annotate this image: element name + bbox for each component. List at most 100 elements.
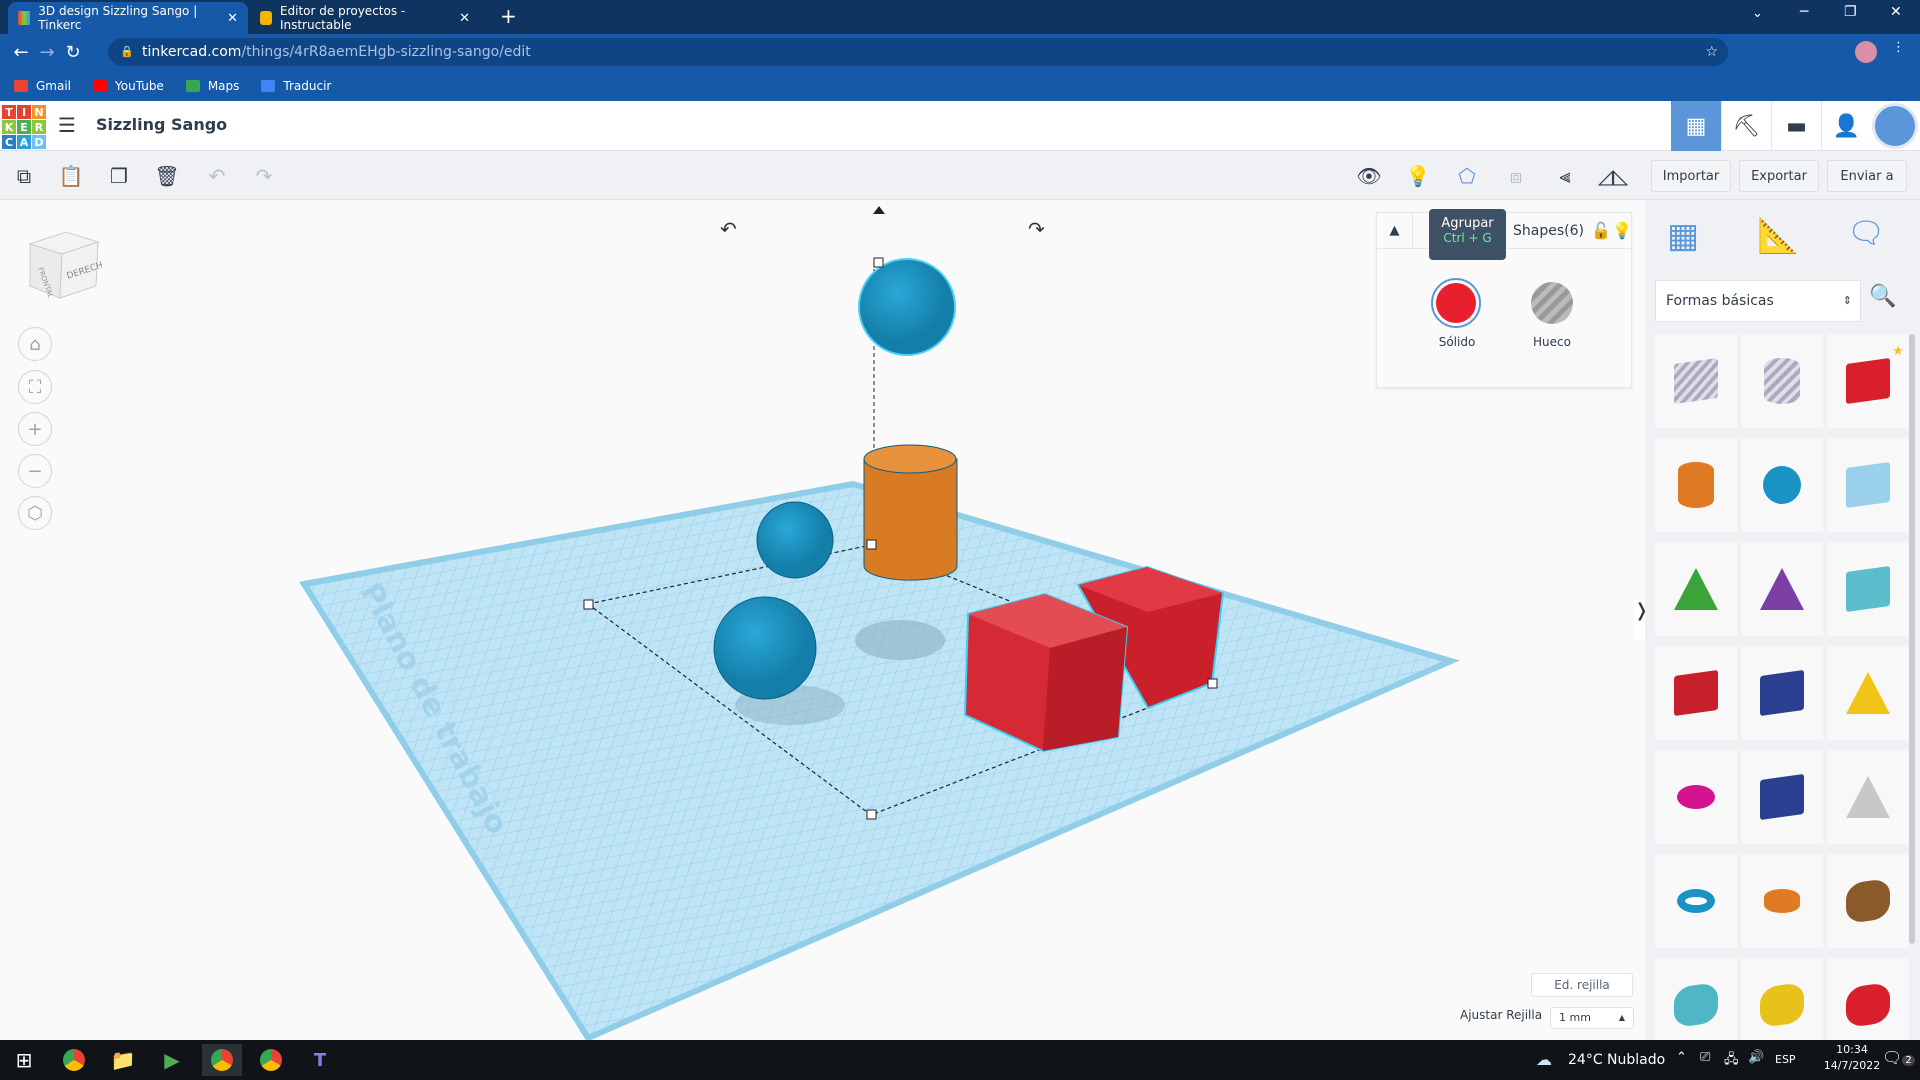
hole-button[interactable] <box>1531 282 1573 324</box>
send-to-button[interactable]: Enviar a <box>1827 160 1907 192</box>
bookmark-youtube[interactable]: YouTube <box>93 79 164 93</box>
export-button[interactable]: Exportar <box>1739 160 1819 192</box>
invite-user-button[interactable]: 👤 <box>1821 101 1871 151</box>
url-input[interactable]: 🔒 tinkercad.com/things/4rR8aemEHgb-sizzli… <box>108 38 1728 66</box>
perspective-button[interactable]: ⬡ <box>18 496 52 530</box>
resize-handle[interactable] <box>866 809 877 820</box>
file-explorer-app[interactable]: 📁 <box>103 1044 143 1076</box>
close-tab-icon[interactable]: ✕ <box>459 11 470 26</box>
paste-button[interactable]: 📋 <box>54 159 88 193</box>
ruler-tool-icon[interactable]: 📐 <box>1757 216 1799 256</box>
shape-item[interactable] <box>1741 958 1823 1052</box>
panel-scrollbar[interactable] <box>1909 334 1915 944</box>
minimize-button[interactable]: ─ <box>1800 4 1808 20</box>
network-icon[interactable]: 🖧 <box>1724 1050 1739 1072</box>
shape-item[interactable] <box>1741 750 1823 844</box>
chrome-app-active[interactable] <box>202 1044 242 1076</box>
profile-avatar[interactable] <box>1855 41 1877 63</box>
tab-search-icon[interactable]: ⌄ <box>1752 6 1763 21</box>
start-button[interactable]: ⊞ <box>4 1044 44 1076</box>
lightbulb-icon[interactable]: 💡 <box>1612 221 1632 240</box>
shape-item[interactable] <box>1827 542 1909 636</box>
bookmark-translate[interactable]: Traducir <box>261 79 331 93</box>
notification-icon[interactable]: 🗨 2 <box>1882 1048 1915 1067</box>
weather-text[interactable]: 24°C Nublado <box>1568 1052 1665 1068</box>
shape-item[interactable] <box>1741 542 1823 636</box>
redo-button[interactable]: ↷ <box>247 159 281 193</box>
import-button[interactable]: Importar <box>1651 160 1731 192</box>
mirror-button[interactable]: ◿◺ <box>1596 159 1630 193</box>
back-icon[interactable]: ← <box>8 42 34 63</box>
tab-instructables[interactable]: Editor de proyectos - Instructable ✕ <box>250 2 480 34</box>
shape-item[interactable] <box>1741 438 1823 532</box>
notes-tool-icon[interactable]: 🗨 <box>1847 216 1885 251</box>
duplicate-button[interactable]: ❐ <box>102 159 136 193</box>
align-button[interactable]: ⫷ <box>1548 159 1582 193</box>
shape-item[interactable]: ★ <box>1827 334 1909 428</box>
shape-item[interactable] <box>1741 334 1823 428</box>
edit-grid-button[interactable]: Ed. rejilla <box>1531 973 1633 997</box>
delete-button[interactable]: 🗑 <box>150 159 184 193</box>
zoom-out-button[interactable]: − <box>18 454 52 488</box>
shape-item[interactable] <box>1655 542 1737 636</box>
bookmark-maps[interactable]: Maps <box>185 79 239 93</box>
shape-item[interactable] <box>1741 646 1823 740</box>
teams-app[interactable]: T <box>300 1044 340 1076</box>
solid-button[interactable] <box>1431 278 1481 328</box>
close-tab-icon[interactable]: ✕ <box>227 11 238 26</box>
browser-menu-icon[interactable]: ⋮ <box>1892 40 1905 55</box>
tab-tinkercad[interactable]: 3D design Sizzling Sango | Tinkerc ✕ <box>8 2 248 34</box>
hide-button[interactable]: 💡 <box>1401 159 1435 193</box>
resize-handle[interactable] <box>1207 678 1218 689</box>
reload-icon[interactable]: ↻ <box>60 42 86 63</box>
shape-item[interactable] <box>1827 958 1909 1052</box>
copy-button[interactable]: ⧉ <box>7 159 41 193</box>
forward-icon[interactable]: → <box>34 42 60 63</box>
design-list-icon[interactable]: ☰ <box>58 113 76 137</box>
fit-view-button[interactable]: ⛶ <box>18 370 52 404</box>
design-title[interactable]: Sizzling Sango <box>96 115 227 134</box>
blocks-button[interactable]: ⛏ <box>1721 101 1771 151</box>
shape-item[interactable] <box>1741 854 1823 948</box>
chrome-profile-app[interactable] <box>251 1044 291 1076</box>
resize-handle[interactable] <box>866 539 877 550</box>
bricks-button[interactable]: ▬ <box>1771 101 1821 151</box>
view-cube[interactable]: FRONTAL DERECHA <box>26 228 102 304</box>
shape-item[interactable] <box>1655 958 1737 1052</box>
snap-grid-select[interactable]: 1 mm ▲ <box>1550 1007 1634 1029</box>
shape-item[interactable] <box>1827 854 1909 948</box>
shape-item[interactable] <box>1827 438 1909 532</box>
shape-item[interactable] <box>1655 750 1737 844</box>
user-avatar[interactable] <box>1872 103 1918 149</box>
shape-category-select[interactable]: Formas básicas ⇕ <box>1655 280 1861 322</box>
shape-item[interactable] <box>1655 334 1737 428</box>
bookmark-star-icon[interactable]: ☆ <box>1705 38 1718 66</box>
lock-icon[interactable]: 🔓 <box>1591 221 1611 240</box>
shape-item[interactable] <box>1827 646 1909 740</box>
shape-item[interactable] <box>1655 854 1737 948</box>
tinkercad-logo[interactable]: TIN KER CAD <box>2 105 46 149</box>
search-icon[interactable]: 🔍 <box>1869 284 1896 309</box>
media-app[interactable]: ▶ <box>152 1044 192 1076</box>
restore-button[interactable]: ❐ <box>1844 4 1857 20</box>
chrome-app[interactable] <box>54 1044 94 1076</box>
language-indicator[interactable]: ESP <box>1775 1053 1796 1066</box>
shape-item[interactable] <box>1655 438 1737 532</box>
home-view-button[interactable]: ⌂ <box>18 327 52 361</box>
new-tab-button[interactable]: + <box>500 4 517 28</box>
shape-item[interactable] <box>1827 750 1909 844</box>
show-all-button[interactable]: 👁 <box>1352 159 1386 193</box>
undo-button[interactable]: ↶ <box>200 159 234 193</box>
3d-view-button[interactable]: ▦ <box>1671 101 1721 151</box>
ungroup-button[interactable]: ⧈ <box>1499 159 1533 193</box>
tray-chevron-icon[interactable]: ⌃ <box>1676 1050 1687 1065</box>
collapse-inspector-button[interactable]: ▲ <box>1377 213 1413 249</box>
volume-icon[interactable]: 🔊 <box>1748 1050 1764 1065</box>
group-button[interactable]: ⬠ <box>1450 159 1484 193</box>
height-handle[interactable] <box>873 257 884 268</box>
close-window-button[interactable]: ✕ <box>1890 4 1902 20</box>
clock[interactable]: 10:34 14/7/2022 <box>1812 1043 1892 1072</box>
resize-handle[interactable] <box>583 599 594 610</box>
zoom-in-button[interactable]: + <box>18 412 52 446</box>
shape-item[interactable] <box>1655 646 1737 740</box>
